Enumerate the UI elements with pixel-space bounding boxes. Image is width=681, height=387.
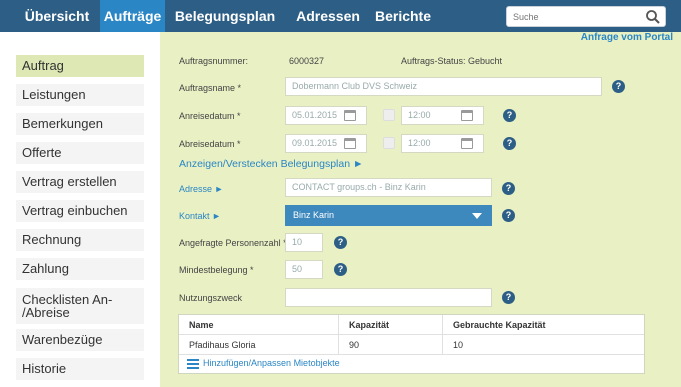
help-icon[interactable]: ? (334, 263, 347, 276)
minimum-occupancy-input[interactable]: 50 (285, 260, 323, 279)
sidebar-item-leistungen[interactable]: Leistungen (16, 84, 144, 106)
column-header-capacity: Kapazität (339, 315, 443, 335)
sidebar-item-historie[interactable]: Historie (16, 358, 144, 380)
calendar-icon[interactable] (344, 110, 356, 121)
help-icon[interactable]: ? (334, 236, 347, 249)
minimum-occupancy-label: Mindestbelegung * (179, 265, 254, 275)
sidebar-item-offerte[interactable]: Offerte (16, 142, 144, 164)
arrival-time-value: 12:00 (408, 110, 431, 120)
sidebar-item-zahlung[interactable]: Zahlung (16, 258, 144, 280)
sidebar-item-bemerkungen[interactable]: Bemerkungen (16, 113, 144, 135)
order-name-input[interactable]: Dobermann Club DVS Schweiz (285, 77, 602, 96)
help-icon[interactable]: ? (502, 291, 515, 304)
order-number-value: 6000327 (289, 56, 325, 66)
nav-tab-auftraege[interactable]: Aufträge (100, 0, 165, 32)
column-header-used-capacity: Gebrauchte Kapazität (453, 320, 546, 330)
cell-used-capacity: 10 (453, 340, 464, 350)
status-value: Gebucht (468, 56, 503, 66)
status-label: Auftrags-Status: (401, 56, 466, 66)
usage-purpose-input[interactable] (285, 288, 492, 307)
arrival-date-value: 05.01.2015 (292, 110, 338, 120)
cell-name: Pfadihaus Gloria (179, 335, 339, 355)
order-number-label: Auftragsnummer: (179, 56, 249, 66)
departure-time-value: 12:00 (408, 138, 431, 148)
clock-calendar-icon[interactable] (461, 110, 473, 121)
contact-link[interactable]: Kontakt ► (179, 211, 221, 221)
usage-purpose-label: Nutzungszweck (179, 293, 243, 303)
address-link[interactable]: Adresse ► (179, 184, 223, 194)
sidebar-item-rechnung[interactable]: Rechnung (16, 229, 144, 251)
departure-time-checkbox[interactable] (383, 137, 395, 149)
sidebar-item-vertrag-erstellen[interactable]: Vertrag erstellen (16, 171, 144, 193)
arrival-time-checkbox[interactable] (383, 109, 395, 121)
sidebar-item-warenbezuege[interactable]: Warenbezüge (16, 329, 144, 351)
cell-capacity: 90 (339, 335, 443, 355)
top-navigation: Übersicht Aufträge Belegungsplan Adresse… (0, 0, 681, 32)
toggle-occupancy-plan-link[interactable]: Anzeigen/Verstecken Belegungsplan ► (179, 158, 363, 170)
departure-date-label: Abreisedatum * (179, 139, 241, 149)
help-icon[interactable]: ? (503, 109, 516, 122)
table-footer: Hinzufügen/Anpassen Mietobjekte (179, 355, 644, 373)
table-header-row: Name Kapazität Gebrauchte Kapazität (179, 315, 644, 335)
contact-select[interactable]: Binz Karin (285, 205, 492, 226)
chevron-down-icon (472, 213, 482, 219)
search-input[interactable] (507, 7, 639, 26)
search-icon[interactable] (645, 9, 661, 25)
help-icon[interactable]: ? (502, 209, 515, 222)
arrival-date-label: Anreisedatum * (179, 111, 241, 121)
add-rental-objects-link[interactable]: Hinzufügen/Anpassen Mietobjekte (203, 358, 340, 368)
sidebar: Auftrag Leistungen Bemerkungen Offerte V… (0, 32, 160, 387)
nav-tab-belegungsplan[interactable]: Belegungsplan (172, 0, 278, 32)
nav-tab-berichte[interactable]: Berichte (370, 0, 436, 32)
nav-tab-uebersicht[interactable]: Übersicht (14, 0, 100, 32)
rental-objects-table: Name Kapazität Gebrauchte Kapazität Pfad… (178, 314, 645, 374)
sidebar-item-checklisten[interactable]: Checklisten An- /Abreise (16, 288, 144, 324)
contact-select-value: Binz Karin (293, 210, 335, 220)
sidebar-item-vertrag-einbuchen[interactable]: Vertrag einbuchen (16, 200, 144, 222)
sidebar-item-auftrag[interactable]: Auftrag (16, 55, 144, 77)
list-icon (187, 359, 199, 369)
clock-calendar-icon[interactable] (461, 138, 473, 149)
requested-persons-label: Angefragte Personenzahl * (179, 238, 287, 248)
help-icon[interactable]: ? (502, 182, 515, 195)
search-box (506, 6, 666, 27)
order-name-label: Auftragsname * (179, 83, 242, 93)
help-icon[interactable]: ? (503, 137, 516, 150)
nav-tab-adressen[interactable]: Adressen (288, 0, 368, 32)
requested-persons-input[interactable]: 10 (285, 233, 323, 252)
portal-request-link[interactable]: Anfrage vom Portal (581, 32, 673, 43)
column-header-name: Name (179, 315, 339, 335)
table-row[interactable]: Pfadihaus Gloria 90 10 (179, 335, 644, 355)
address-input[interactable]: CONTACT groups.ch - Binz Karin (285, 178, 492, 197)
help-icon[interactable]: ? (612, 80, 625, 93)
calendar-icon[interactable] (344, 138, 356, 149)
departure-date-value: 09.01.2015 (292, 138, 338, 148)
